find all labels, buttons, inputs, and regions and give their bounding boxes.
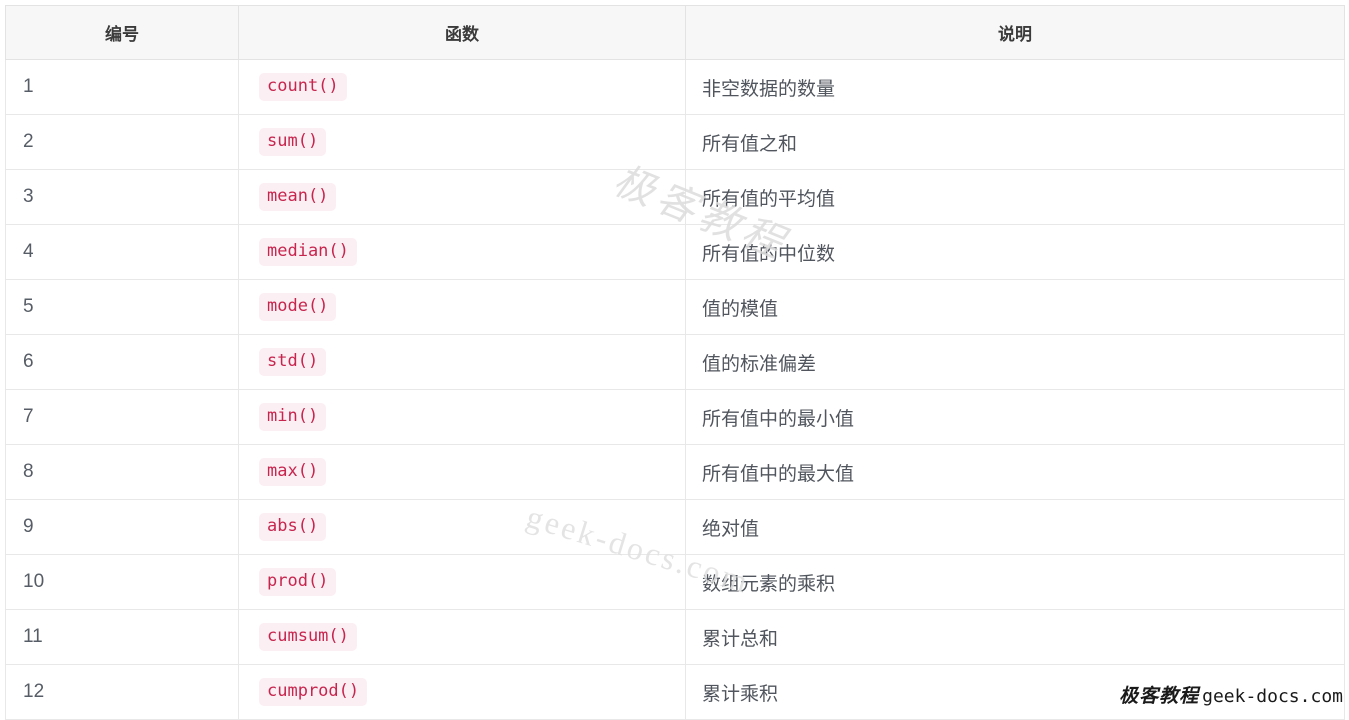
function-code-badge: median() <box>259 238 357 266</box>
table-row: 9 abs() 绝对值 <box>5 499 1345 555</box>
brand-name-chinese: 极客教程 <box>1119 686 1200 707</box>
column-header-function: 函数 <box>238 5 686 60</box>
function-name-cell: sum() <box>238 114 686 170</box>
function-description-cell: 所有值中的最小值 <box>685 389 1345 445</box>
row-number-cell: 2 <box>5 114 239 170</box>
function-name-cell: cumprod() <box>238 664 686 720</box>
row-number-cell: 12 <box>5 664 239 720</box>
function-code-badge: cumprod() <box>259 678 368 706</box>
function-name-cell: max() <box>238 444 686 500</box>
function-description-cell: 所有值的中位数 <box>685 224 1345 280</box>
function-name-cell: prod() <box>238 554 686 610</box>
function-description-cell: 所有值之和 <box>685 114 1345 170</box>
function-reference-table: 编号 函数 说明 1 count() 非空数据的数量 2 sum() 所有值之和 3 mean… <box>5 5 1345 720</box>
function-description-cell: 累计总和 <box>685 609 1345 665</box>
table-row: 6 std() 值的标准偏差 <box>5 334 1345 390</box>
table-row: 4 median() 所有值的中位数 <box>5 224 1345 280</box>
row-number-cell: 9 <box>5 499 239 555</box>
table-row: 3 mean() 所有值的平均值 <box>5 169 1345 225</box>
row-number-cell: 5 <box>5 279 239 335</box>
function-description-cell: 所有值的平均值 <box>685 169 1345 225</box>
table-row: 2 sum() 所有值之和 <box>5 114 1345 170</box>
function-name-cell: mean() <box>238 169 686 225</box>
table-header-row: 编号 函数 说明 <box>5 5 1345 60</box>
function-reference-table-container: 编号 函数 说明 1 count() 非空数据的数量 2 sum() 所有值之和 3 mean… <box>5 5 1345 720</box>
function-description-cell: 绝对值 <box>685 499 1345 555</box>
function-name-cell: abs() <box>238 499 686 555</box>
row-number-cell: 4 <box>5 224 239 280</box>
table-row: 1 count() 非空数据的数量 <box>5 59 1345 115</box>
function-code-badge: cumsum() <box>259 623 357 651</box>
function-code-badge: abs() <box>259 513 327 541</box>
row-number-cell: 11 <box>5 609 239 665</box>
row-number-cell: 7 <box>5 389 239 445</box>
function-name-cell: median() <box>238 224 686 280</box>
function-code-badge: min() <box>259 403 327 431</box>
column-header-description: 说明 <box>685 5 1345 60</box>
table-row: 10 prod() 数组元素的乘积 <box>5 554 1345 610</box>
function-code-badge: mode() <box>259 293 337 321</box>
site-brand: 极客教程 geek-docs.com <box>1113 681 1343 708</box>
function-description-cell: 所有值中的最大值 <box>685 444 1345 500</box>
function-code-badge: mean() <box>259 183 337 211</box>
function-description-cell: 值的模值 <box>685 279 1345 335</box>
row-number-cell: 1 <box>5 59 239 115</box>
column-header-number: 编号 <box>5 5 239 60</box>
function-name-cell: min() <box>238 389 686 445</box>
table-row: 5 mode() 值的模值 <box>5 279 1345 335</box>
row-number-cell: 6 <box>5 334 239 390</box>
function-code-badge: prod() <box>259 568 337 596</box>
row-number-cell: 3 <box>5 169 239 225</box>
function-name-cell: mode() <box>238 279 686 335</box>
function-name-cell: cumsum() <box>238 609 686 665</box>
function-name-cell: count() <box>238 59 686 115</box>
function-description-cell: 数组元素的乘积 <box>685 554 1345 610</box>
function-name-cell: std() <box>238 334 686 390</box>
row-number-cell: 8 <box>5 444 239 500</box>
table-row: 11 cumsum() 累计总和 <box>5 609 1345 665</box>
function-code-badge: sum() <box>259 128 327 156</box>
function-description-cell: 非空数据的数量 <box>685 59 1345 115</box>
table-row: 7 min() 所有值中的最小值 <box>5 389 1345 445</box>
function-code-badge: std() <box>259 348 327 376</box>
function-code-badge: max() <box>259 458 327 486</box>
row-number-cell: 10 <box>5 554 239 610</box>
function-code-badge: count() <box>259 73 347 101</box>
brand-domain: geek-docs.com <box>1202 686 1343 707</box>
function-description-cell: 值的标准偏差 <box>685 334 1345 390</box>
table-row: 8 max() 所有值中的最大值 <box>5 444 1345 500</box>
table-body: 1 count() 非空数据的数量 2 sum() 所有值之和 3 mean() 所有值的平均值… <box>5 59 1345 720</box>
table-header: 编号 函数 说明 <box>5 5 1345 60</box>
